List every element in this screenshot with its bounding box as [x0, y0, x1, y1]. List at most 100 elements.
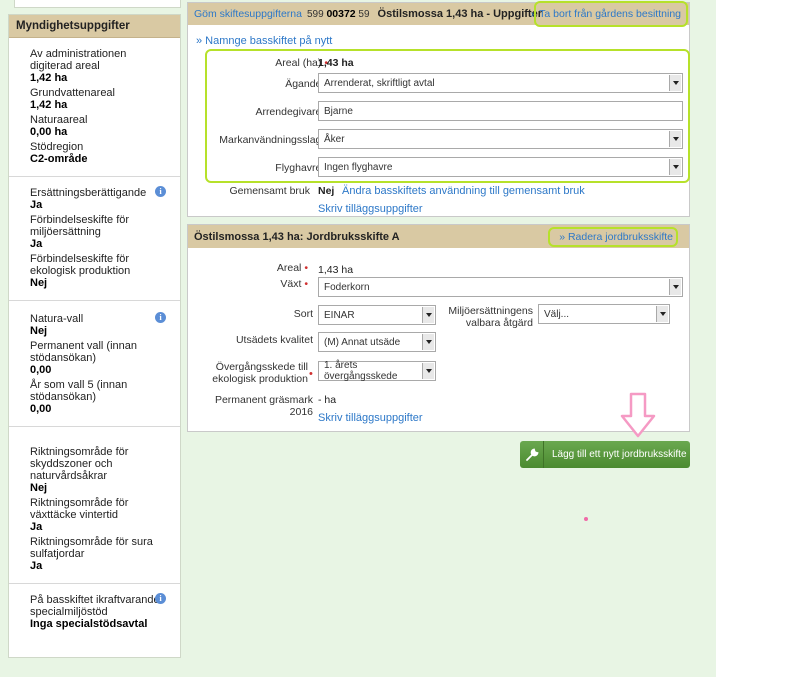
transition-select[interactable]: 1. årets övergångsskede	[318, 360, 436, 382]
required-mark: •	[309, 368, 313, 380]
chevron-down-icon	[656, 306, 668, 322]
env-measure-select[interactable]: Välj...	[538, 304, 670, 324]
support-region-label: Stödregion	[30, 141, 84, 153]
transition-value: 1. årets övergångsskede	[324, 360, 398, 382]
chevron-down-icon	[669, 279, 681, 295]
crop-value: Foderkorn	[324, 281, 370, 293]
digitized-area-value: 1,42 ha	[30, 72, 68, 84]
natura-ley-label: Natura-vall	[30, 313, 84, 325]
support-region-value: C2-område	[30, 153, 88, 165]
delete-field-link[interactable]: » Radera jordbruksskifte	[559, 231, 673, 243]
remove-from-farm-link[interactable]: » Ta bort från gårdens besittning	[531, 8, 681, 20]
crop-select[interactable]: Foderkorn	[318, 277, 683, 297]
ley-year5-value: 0,00	[30, 403, 52, 415]
field-title: Östilsmossa 1,43 ha: Jordbruksskifte A	[194, 230, 400, 243]
env-measure-value: Välj...	[544, 308, 570, 320]
winter-cover-label: Riktningsområde för växttäcke vintertid	[30, 497, 129, 521]
block-suffix: 59	[358, 9, 370, 20]
lessor-label-text: Arrendegivare	[255, 106, 322, 118]
chevron-down-icon	[669, 159, 681, 175]
land-use-value: Åker	[324, 133, 345, 145]
block-number: 599 00372 59	[307, 8, 370, 20]
info-icon[interactable]: i	[155, 312, 166, 323]
ownership-select[interactable]: Arrenderat, skriftligt avtal	[318, 73, 683, 93]
sidebar-group-target-areas: Riktningsområde för skyddszoner och natu…	[9, 427, 180, 584]
sidebar-top-stub	[14, 0, 181, 8]
groundwater-area-value: 1,42 ha	[30, 99, 68, 111]
rename-parcel-link[interactable]: » Namnge basskiftet på nytt	[196, 35, 332, 47]
eco-connection-label: Förbindelseskifte för ekologisk produkti…	[30, 253, 131, 277]
natura-area-label: Naturaareal	[30, 114, 88, 126]
env-measure-label: Miljöersättningens valbara åtgärd	[448, 305, 533, 329]
land-use-label-text: Markanvändningsslag	[219, 134, 322, 146]
permanent-ley-label: Permanent vall (innan stödansökan)	[30, 340, 138, 364]
hide-details-link[interactable]: Göm skiftesuppgifterna	[194, 8, 302, 20]
crop-label-text: Växt	[280, 278, 302, 290]
wild-oat-label-text: Flyghavre	[275, 162, 322, 174]
add-extra-info-link[interactable]: Skriv tilläggsuppgifter	[318, 203, 423, 215]
permanent-ley-value: 0,00	[30, 364, 52, 376]
crop-label: Växt •	[208, 278, 308, 290]
info-icon[interactable]: i	[155, 186, 166, 197]
wild-oat-value: Ingen flyghavre	[324, 161, 393, 173]
special-support-label: På basskiftet ikraftvarande specialmiljö…	[30, 594, 160, 618]
ownership-label-text: Ägande	[285, 78, 322, 90]
permanent-grass-value: - ha	[318, 394, 337, 406]
area-label-text: Areal (ha)	[275, 57, 322, 69]
info-icon[interactable]: i	[155, 593, 166, 604]
field-area-label: Areal •	[208, 262, 308, 274]
sidebar-group-areas: Av administrationen digiterad areal 1,42…	[9, 38, 180, 177]
ley-year5-label: År som vall 5 (innan stödansökan)	[30, 379, 128, 403]
land-use-select[interactable]: Åker	[318, 129, 683, 149]
sidebar-group-special-support: i På basskiftet ikraftvarande specialmil…	[9, 584, 180, 641]
land-use-label: Markanvändningsslag •	[208, 134, 328, 146]
required-mark: •	[304, 262, 308, 274]
parcel-title: Östilsmossa 1,43 ha - Uppgifter	[377, 8, 542, 20]
eco-connection-value: Nej	[30, 277, 48, 289]
chevron-down-icon	[669, 131, 681, 147]
field-extra-info-link[interactable]: Skriv tilläggsuppgifter	[318, 412, 423, 424]
chevron-down-icon	[669, 75, 681, 91]
natura-ley-value: Nej	[30, 325, 48, 337]
special-support-value: Inga specialstödsavtal	[30, 618, 148, 630]
acid-soil-value: Ja	[30, 560, 43, 572]
sidebar-group-eligibility: i Ersättningsberättigande Ja Förbindelse…	[9, 177, 180, 301]
digitized-area-label: Av administrationen digiterad areal	[30, 48, 127, 72]
parcel-details-header: Göm skiftesuppgifterna 599 00372 59 Östi…	[188, 3, 689, 25]
field-panel: Östilsmossa 1,43 ha: Jordbruksskifte A »…	[187, 224, 690, 432]
required-mark: •	[304, 278, 308, 290]
lessor-input[interactable]: Bjarne	[318, 101, 683, 121]
winter-cover-value: Ja	[30, 521, 43, 533]
variety-label: Sort	[293, 308, 313, 320]
ownership-value: Arrenderat, skriftligt avtal	[324, 77, 435, 89]
variety-select[interactable]: EINAR	[318, 305, 436, 325]
sidebar-group-grassland: i Natura-vall Nej Permanent vall (innan …	[9, 301, 180, 427]
field-area-label-text: Areal	[276, 262, 302, 274]
block-main: 00372	[326, 8, 356, 20]
variety-value: EINAR	[324, 309, 355, 321]
wrench-icon	[520, 441, 544, 468]
pink-dot	[584, 517, 588, 521]
right-margin	[716, 0, 792, 677]
block-prefix: 599	[306, 9, 324, 20]
field-panel-header: Östilsmossa 1,43 ha: Jordbruksskifte A »…	[188, 225, 689, 248]
env-connection-label: Förbindelseskifte för miljöersättning	[30, 214, 130, 238]
area-label: Areal (ha) •	[208, 57, 328, 69]
wild-oat-select[interactable]: Ingen flyghavre	[318, 157, 683, 177]
sidebar-header: Myndighetsuppgifter	[9, 15, 180, 38]
wild-oat-label: Flyghavre •	[208, 162, 328, 174]
shared-use-label: Gemensamt bruk	[229, 185, 310, 197]
seed-quality-label: Utsädets kvalitet	[235, 334, 313, 346]
seed-quality-select[interactable]: (M) Annat utsäde	[318, 332, 436, 352]
ownership-label: Ägande •	[208, 78, 328, 90]
groundwater-area-label: Grundvattenareal	[30, 87, 115, 99]
transition-label: Övergångsskede till ekologisk produktion	[212, 361, 308, 385]
chevron-down-icon	[422, 334, 434, 350]
seed-quality-value: (M) Annat utsäde	[324, 336, 401, 348]
natura-area-value: 0,00 ha	[30, 126, 68, 138]
chevron-down-icon	[422, 363, 434, 379]
permanent-grass-label: Permanent gräsmark 2016	[214, 394, 313, 418]
lessor-label: Arrendegivare •	[208, 106, 328, 118]
add-field-button[interactable]: Lägg till ett nytt jordbruksskifte	[520, 441, 690, 468]
change-shared-use-link[interactable]: Ändra basskiftets användning till gemens…	[342, 185, 585, 197]
